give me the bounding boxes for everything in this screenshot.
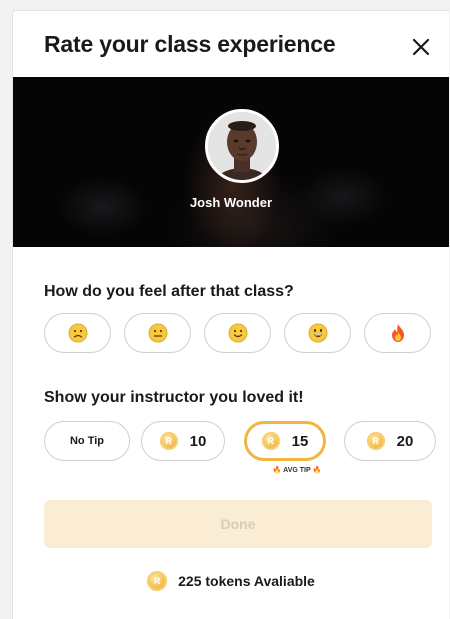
tip-option-20[interactable]: R 20 — [344, 421, 436, 461]
mood-options — [44, 313, 434, 355]
tip-option-15[interactable]: R 15 — [244, 421, 326, 461]
mood-option-fire[interactable] — [364, 313, 431, 353]
instructor-banner: Josh Wonder — [13, 77, 449, 247]
slightly-smiling-face-icon — [228, 323, 247, 343]
close-icon[interactable] — [409, 35, 433, 59]
instructor-avatar — [205, 109, 279, 183]
tip-amount: 10 — [189, 432, 207, 450]
mood-option-smiling[interactable] — [204, 313, 271, 353]
done-button[interactable]: Done — [44, 500, 432, 548]
token-coin-icon: R — [366, 432, 385, 450]
tip-option-10[interactable]: R 10 — [141, 421, 225, 461]
token-coin-icon: R — [159, 432, 178, 450]
no-tip-label: No Tip — [69, 435, 104, 447]
fire-icon — [391, 324, 404, 342]
dialog-header: Rate your class experience — [13, 11, 449, 77]
token-balance: R 225 tokens Avaliable — [13, 571, 449, 591]
token-balance-text: 225 tokens Avaliable — [178, 573, 315, 589]
mood-option-grinning[interactable] — [284, 313, 351, 353]
tip-amount: 20 — [396, 432, 414, 450]
frowning-face-icon — [68, 323, 87, 343]
feeling-question: How do you feel after that class? — [44, 283, 294, 300]
rating-dialog: Rate your class experience Josh Wonder H… — [12, 10, 449, 619]
dialog-title: Rate your class experience — [44, 31, 336, 57]
no-tip-button[interactable]: No Tip — [44, 421, 130, 461]
mood-option-neutral[interactable] — [124, 313, 191, 353]
grinning-face-icon — [308, 323, 327, 343]
tip-amount: 15 — [291, 432, 309, 450]
mood-option-frowning[interactable] — [44, 313, 111, 353]
tip-options: No Tip R 10 R 15 R 20 🔥 AVG TIP 🔥 — [44, 421, 438, 491]
token-coin-icon: R — [261, 432, 280, 450]
token-coin-icon: R — [147, 571, 168, 591]
instructor-name: Josh Wonder — [189, 195, 273, 210]
tip-heading: Show your instructor you loved it! — [44, 389, 304, 406]
avg-tip-label: 🔥 AVG TIP 🔥 — [272, 467, 322, 474]
neutral-face-icon — [148, 323, 167, 343]
